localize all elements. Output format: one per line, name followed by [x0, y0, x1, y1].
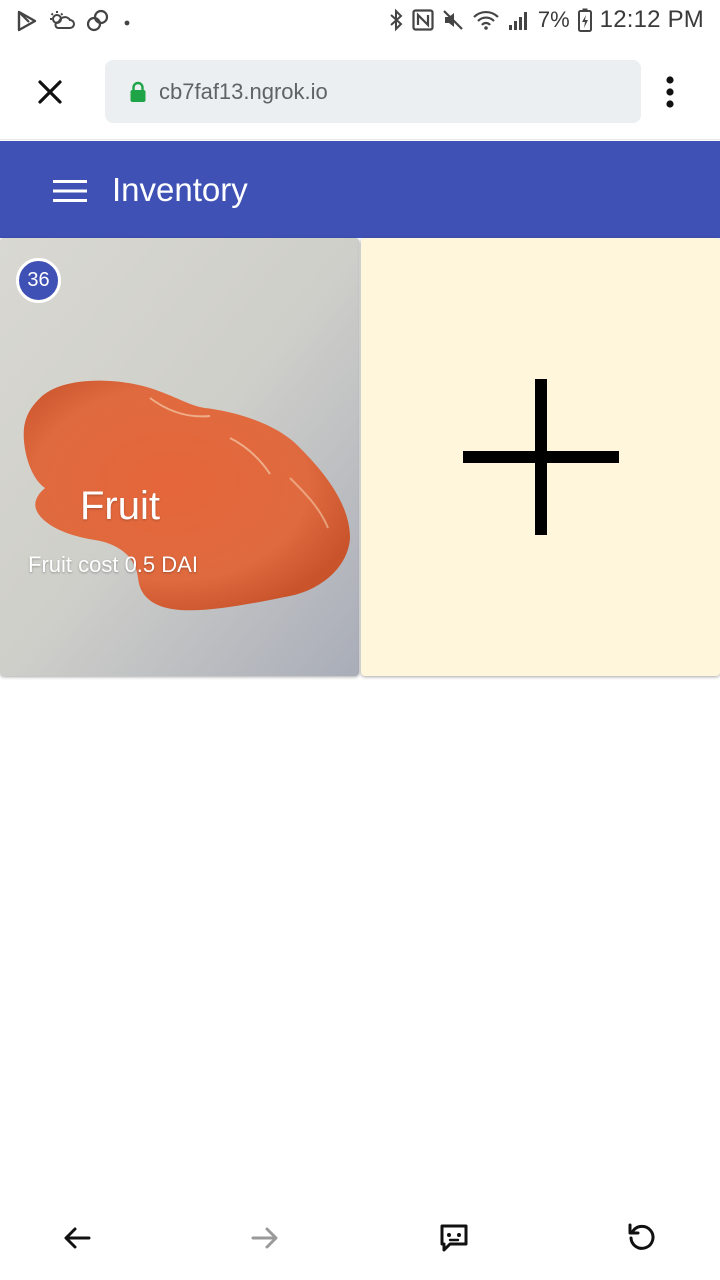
item-price: Fruit cost 0.5 DAI [28, 552, 198, 577]
wifi-icon [472, 9, 500, 31]
overflow-menu-button[interactable] [652, 70, 688, 114]
status-right-icons: 7% 12:12 PM [388, 6, 704, 34]
refresh-button[interactable] [620, 1216, 664, 1260]
close-button[interactable] [30, 72, 70, 112]
feedback-icon [440, 1224, 468, 1252]
dot-icon [120, 14, 134, 28]
bluetooth-icon [388, 8, 404, 32]
status-left-icons [16, 8, 134, 34]
item-photo [0, 238, 359, 676]
back-arrow-icon [64, 1227, 91, 1249]
battery-percent: 7% [537, 7, 570, 32]
forward-button[interactable] [243, 1216, 287, 1260]
app-bar: Inventory [0, 141, 720, 238]
item-count-badge: 36 [16, 258, 61, 303]
url-bar[interactable]: cb7faf13.ngrok.io [105, 60, 641, 123]
add-item-card[interactable] [361, 238, 720, 676]
page-title: Inventory [112, 171, 248, 208]
weather-icon [48, 10, 76, 32]
play-store-icon [16, 10, 38, 32]
link-icon [86, 9, 110, 33]
menu-button[interactable] [50, 171, 90, 211]
item-name: Fruit [80, 484, 160, 528]
hamburger-icon [53, 180, 87, 202]
mute-icon [442, 9, 464, 31]
lock-icon [129, 81, 147, 103]
battery-icon [577, 8, 592, 32]
forward-arrow-icon [251, 1227, 278, 1249]
screen: 7% 12:12 PM cb7faf13.ngrok.io Inventory [0, 0, 720, 1280]
signal-icon [508, 9, 530, 31]
more-vert-icon [666, 76, 674, 108]
refresh-icon [628, 1223, 655, 1250]
browser-bottom-bar [0, 1200, 720, 1280]
browser-toolbar: cb7faf13.ngrok.io [0, 40, 720, 140]
nfc-icon [412, 9, 434, 31]
status-bar: 7% 12:12 PM [0, 0, 720, 40]
plus-icon [462, 379, 619, 535]
back-button[interactable] [55, 1216, 99, 1260]
inventory-item-card[interactable]: 36 Fruit Fruit cost 0.5 DAI [0, 238, 359, 676]
url-text: cb7faf13.ngrok.io [159, 78, 328, 104]
feedback-button[interactable] [432, 1216, 476, 1260]
close-icon [38, 80, 62, 104]
clock: 12:12 PM [599, 6, 704, 33]
